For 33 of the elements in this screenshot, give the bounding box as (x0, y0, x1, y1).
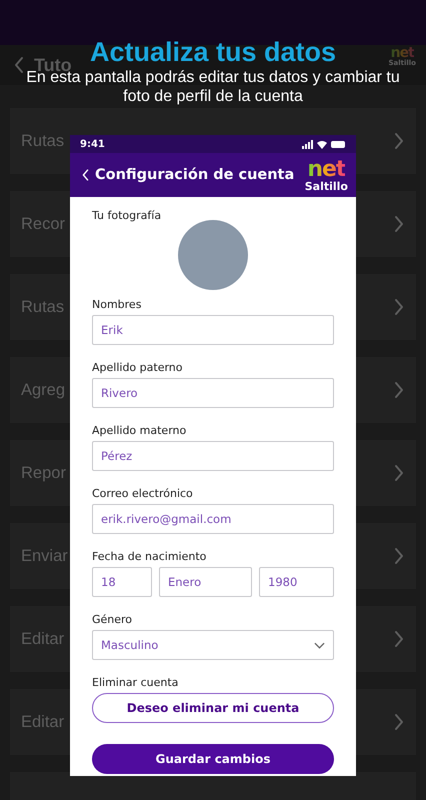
chevron-right-icon (394, 547, 404, 565)
date-field[interactable]: 18 (92, 567, 152, 597)
field-label: Apellido materno (92, 424, 188, 437)
save-button[interactable]: Guardar cambios (92, 744, 334, 774)
field-label: Apellido paterno (92, 361, 184, 374)
dropdown[interactable]: Masculino (92, 630, 334, 660)
field-label: Género (92, 613, 134, 626)
date-field[interactable]: Enero (159, 567, 252, 597)
text-field[interactable]: Rivero (92, 378, 334, 408)
caret-icon (314, 642, 325, 648)
dropdown-value: Masculino (101, 638, 160, 652)
status-icons (302, 140, 346, 148)
tutorial-title: Actualiza tus datos (90, 38, 336, 66)
date-field[interactable]: 1980 (259, 567, 334, 597)
text-field[interactable]: Pérez (92, 441, 334, 471)
field-label: Nombres (92, 298, 142, 311)
chevron-right-icon (394, 630, 404, 648)
chevron-right-icon (394, 381, 404, 399)
text-field[interactable]: erik.rivero@gmail.com (92, 504, 334, 534)
chevron-right-icon (394, 215, 404, 233)
field-label: Fecha de nacimiento (92, 550, 208, 563)
section-label: Eliminar cuenta (92, 676, 180, 689)
back-icon (14, 55, 24, 75)
chevron-right-icon (394, 713, 404, 731)
field-label: Correo electrónico (92, 487, 194, 500)
photo-label: Tu fotografía (92, 209, 162, 222)
chevron-right-icon (394, 298, 404, 316)
status-time: 9:41 (80, 138, 106, 150)
text-field[interactable]: Erik (92, 315, 334, 345)
chevron-right-icon (394, 464, 404, 482)
back-icon (82, 169, 89, 181)
chevron-right-icon (394, 132, 404, 150)
delete-account-button[interactable]: Deseo eliminar mi cuenta (92, 693, 334, 723)
